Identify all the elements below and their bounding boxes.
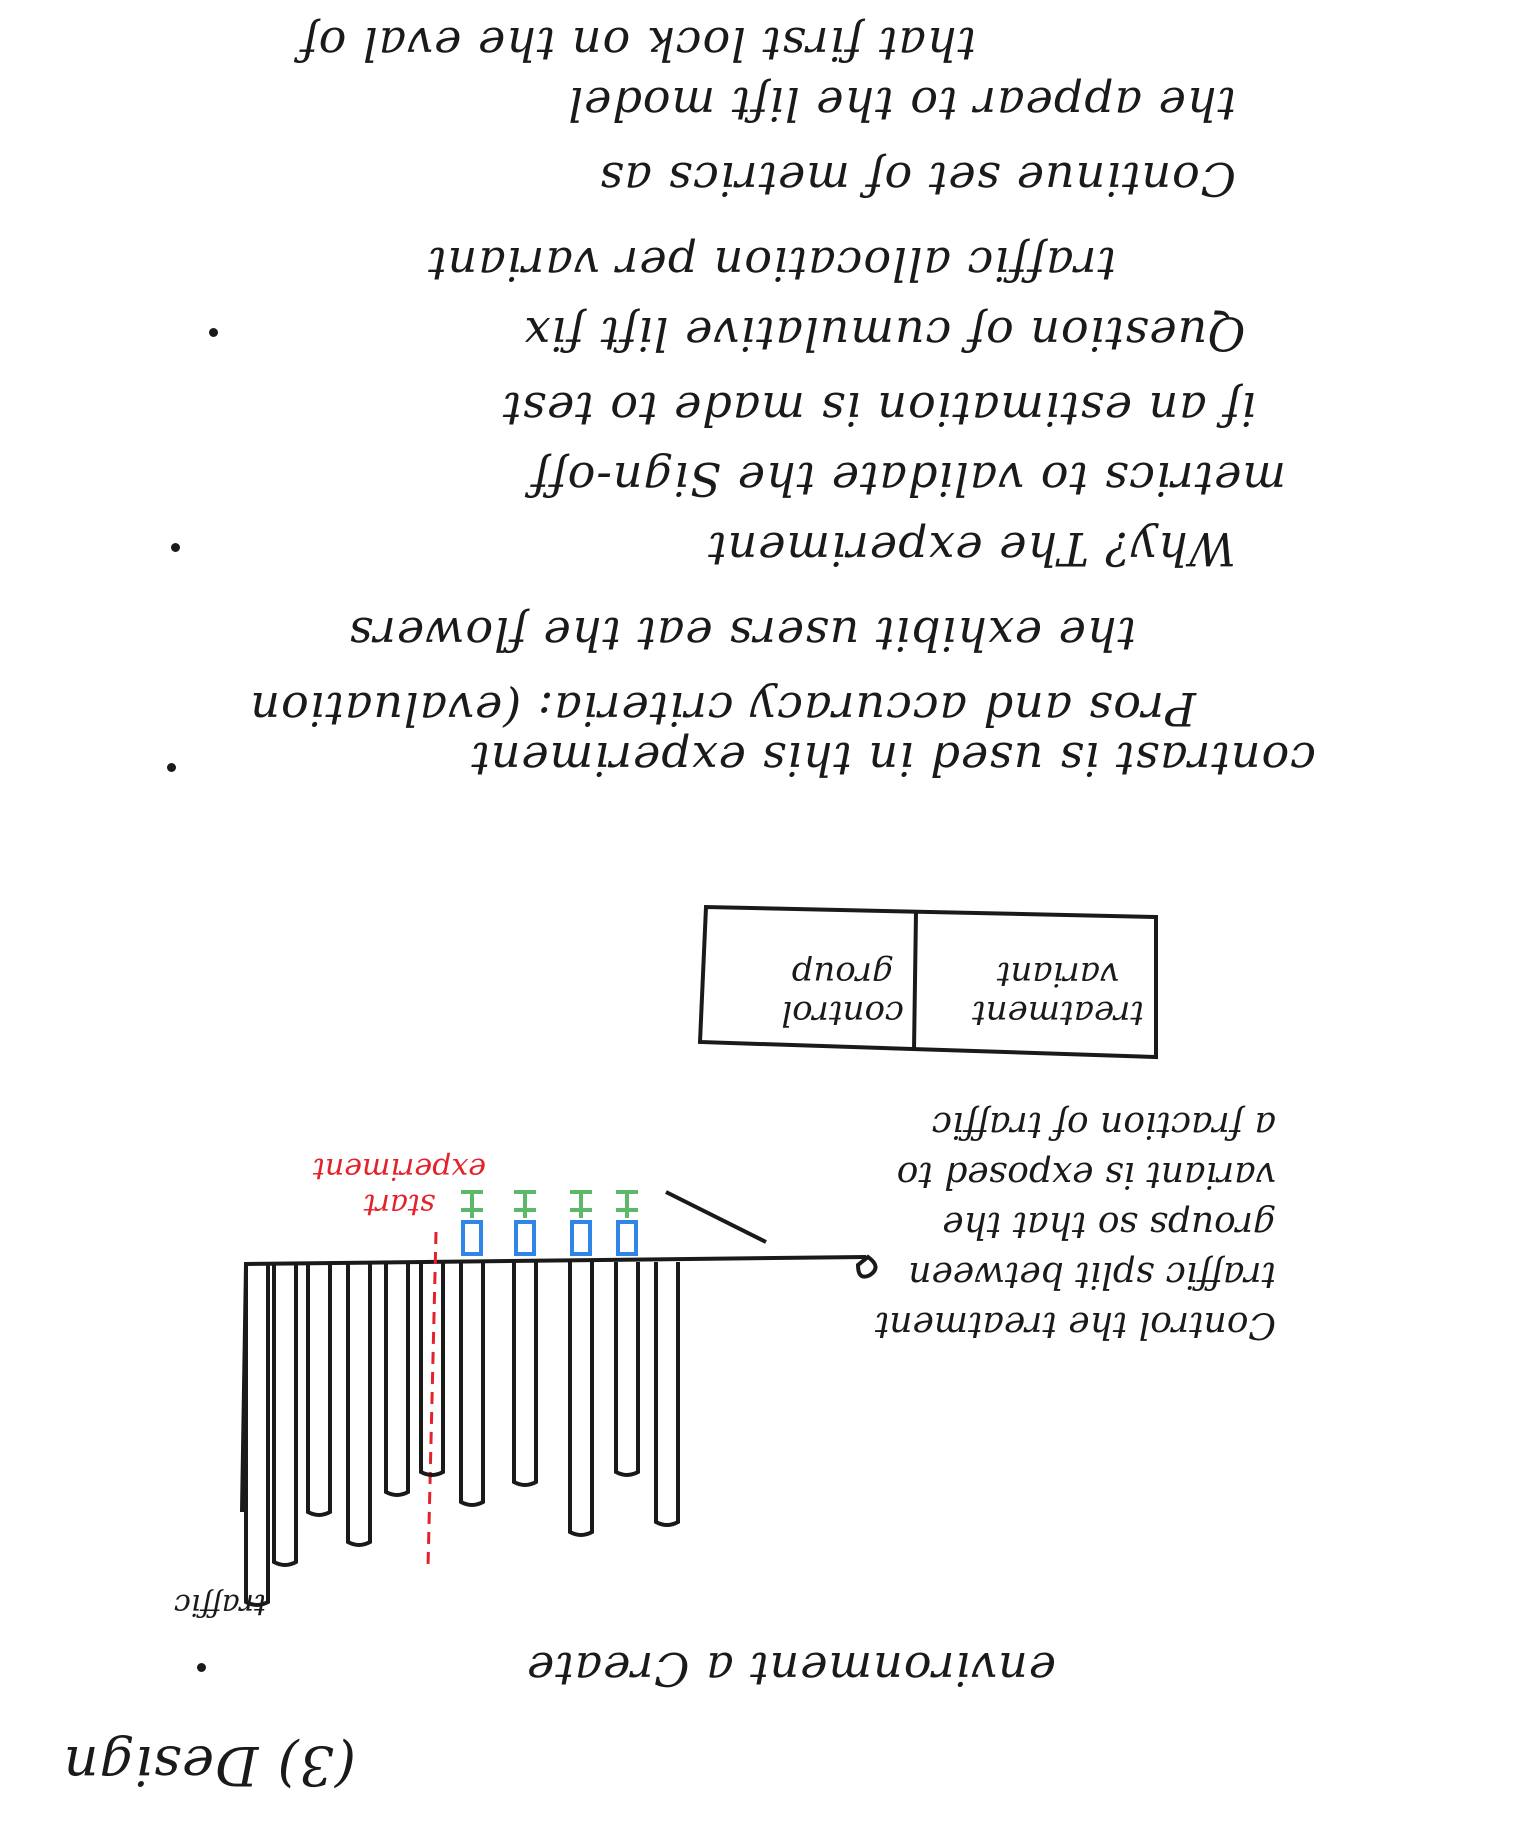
note-line-11: the appear to the lift model — [567, 77, 1236, 131]
bullet-dot — [209, 328, 218, 337]
note-line-3: Pros and accuracy criteria: (evaluation — [249, 682, 1196, 736]
treatment-label: treatment — [972, 993, 1144, 1033]
bullet-dot — [171, 543, 180, 552]
note-line-9: traffic allocation per variant — [427, 237, 1116, 291]
note-line-8: Question of cumulative lift fix — [523, 307, 1246, 361]
bullet-dot — [167, 763, 176, 772]
note-line-7: if an estimation is made to test — [501, 382, 1256, 436]
note-line-2: contrast is used in this experiment — [470, 732, 1316, 786]
note-line-5: Why? The experiment — [707, 522, 1236, 576]
note-line-12: that first lock on the eval of — [299, 17, 976, 71]
group-label: group — [791, 953, 894, 994]
note-line-4: the exhibit users eat the flowers — [348, 607, 1136, 661]
note-line-6: metrics to validate the Sign-off — [530, 452, 1286, 506]
control-label: control — [781, 993, 904, 1033]
control-group-cell: control group — [781, 953, 904, 1033]
variant-label: variant — [996, 953, 1120, 994]
note-line-10: Continue set of metrics as — [598, 152, 1236, 206]
treatment-variant-cell: treatment variant — [972, 953, 1144, 1033]
handwritten-note-page: (3) Design environment a Create start ex… — [0, 0, 1536, 1832]
